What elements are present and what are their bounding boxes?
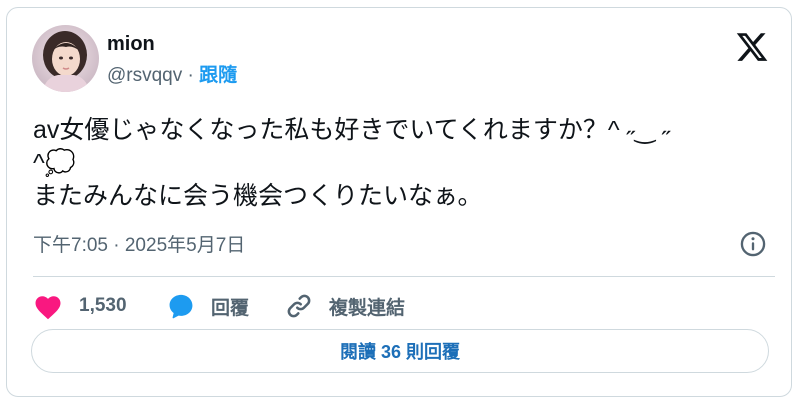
tweet-text: av女優じゃなくなった私も好きでいてくれますか？^ ˶‿ ˶ ^💭 またみんなに… [33,116,671,210]
avatar[interactable] [32,25,99,92]
tweet-card: mion @rsvqqv · 跟隨 av女優じゃなくなった私も好きでいてくれます… [6,7,792,397]
avatar-image [32,25,99,92]
info-icon[interactable] [739,230,767,258]
author-handle[interactable]: @rsvqqv [107,65,182,86]
read-replies-button[interactable]: 閱讀 36 則回覆 [31,329,769,373]
divider [33,276,775,277]
reply-bubble-icon [167,292,195,320]
tweet-timestamp[interactable]: 下午7:05 · 2025年5月7日 [33,234,245,258]
heart-icon [33,292,63,320]
reply-button[interactable]: 回覆 [167,288,249,324]
author-handle-row: @rsvqqv · 跟隨 [107,64,237,88]
x-logo-icon[interactable] [735,30,769,64]
author-name[interactable]: mion [107,32,155,56]
follow-button[interactable]: 跟隨 [199,65,237,86]
copy-link-button[interactable]: 複製連結 [285,288,405,324]
link-icon [285,292,313,320]
reply-label: 回覆 [211,297,250,319]
like-button[interactable]: 1,530 [33,288,127,324]
separator-dot: · [182,65,200,86]
like-count: 1,530 [79,295,127,316]
copy-link-label: 複製連結 [329,297,406,319]
